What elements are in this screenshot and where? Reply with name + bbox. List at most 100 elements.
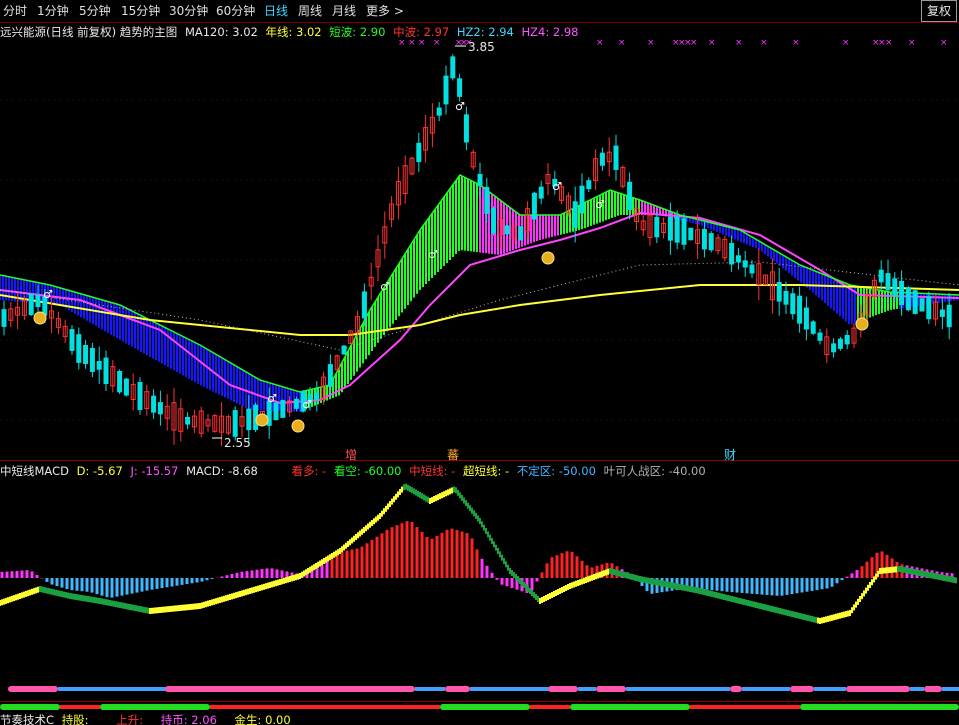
macd-kanduo: 看多: -	[291, 464, 327, 478]
candle-body	[735, 255, 741, 263]
macd-chart[interactable]	[0, 478, 959, 658]
candle-body	[76, 334, 82, 363]
male-signal-icon: ♂	[380, 280, 390, 293]
candle-body	[688, 227, 694, 241]
candle-body	[103, 357, 109, 385]
fuquan-button[interactable]: 复权	[921, 0, 957, 22]
main-chart-header: 远兴能源(日线 前复权) 趋势的主图 MA120: 3.02 年线: 3.02 …	[0, 24, 583, 40]
signal-x-mark: ×	[433, 40, 441, 48]
candle-body	[457, 78, 463, 97]
candle-body	[443, 75, 449, 105]
male-signal-icon: ♂	[43, 288, 53, 301]
signal-x-mark: ×	[647, 40, 655, 48]
rhythm-green-4	[570, 704, 690, 710]
rhythm-pink-1	[8, 686, 58, 692]
signal-x-mark: ×	[690, 40, 698, 48]
male-signal-icon: ♂	[302, 398, 312, 411]
candle-body	[681, 218, 687, 245]
rhythm-blue-5	[626, 687, 730, 691]
candle-body	[327, 364, 333, 387]
candle-body	[123, 378, 129, 396]
candle-body	[117, 370, 123, 393]
male-signal-icon: ♂	[428, 248, 438, 261]
candle-body	[491, 208, 497, 234]
macd-yeke: 叶可人战区: -40.00	[603, 464, 706, 478]
tab-30min[interactable]: 30分钟	[169, 2, 208, 19]
male-signal-icon: ♂	[455, 100, 465, 113]
rhythm-blue-7	[814, 687, 846, 691]
event-zeng[interactable]: 增	[345, 446, 357, 463]
money-bag-icon	[541, 251, 555, 265]
rhythm-red-4	[690, 705, 800, 709]
price-chart[interactable]: × × × × ××× × × × ×××× × × × × × ×× × × ×♂♂ ♂♂♂♂♂♂	[0, 40, 959, 460]
rhythm-red-3	[530, 705, 570, 709]
main-title: 远兴能源(日线 前复权) 趋势的主图	[0, 25, 178, 39]
tab-fenshi[interactable]: 分时	[3, 2, 27, 19]
rhythm-blue-6	[742, 687, 790, 691]
low-price-label: 2.55	[224, 436, 251, 450]
duanbo-value: 短波: 2.90	[329, 25, 386, 39]
panel-divider-1	[0, 460, 959, 461]
macd-d: D: -5.67	[76, 464, 123, 478]
candle-body	[450, 56, 456, 79]
candle-body	[899, 280, 905, 306]
male-signal-icon: ♂	[595, 198, 605, 211]
candle-body	[837, 338, 843, 349]
money-bag-icon	[33, 311, 47, 325]
candle-body	[246, 408, 252, 431]
male-signal-icon: ♂	[267, 392, 277, 405]
candle-body	[579, 185, 585, 214]
candle-body	[797, 295, 803, 324]
candle-body	[701, 228, 707, 250]
candle-body	[157, 402, 163, 415]
signal-x-mark: ×	[618, 40, 626, 48]
tab-5min[interactable]: 5分钟	[79, 2, 111, 19]
candle-body	[341, 345, 347, 355]
candle-body	[892, 278, 898, 297]
signal-x-mark: ×	[792, 40, 800, 48]
tab-15min[interactable]: 15分钟	[121, 2, 160, 19]
hz2-value: HZ2: 2.94	[456, 25, 514, 39]
candle-body	[538, 186, 544, 199]
money-bag-icon	[291, 419, 305, 433]
candle-body	[69, 329, 75, 351]
tab-more[interactable]: 更多 >	[366, 2, 404, 19]
tab-monthly[interactable]: 月线	[332, 2, 356, 19]
candle-body	[293, 398, 299, 409]
candle-body	[586, 180, 592, 190]
candle-body	[919, 298, 925, 312]
rhythm-green-2	[100, 704, 210, 710]
candle-body	[477, 173, 483, 187]
rhythm-pink-2	[165, 686, 415, 692]
signal-x-mark: ×	[408, 40, 416, 48]
candle-body	[599, 152, 605, 166]
macd-chaoduan: 超短线: -	[462, 464, 510, 478]
rhythm-blue-2	[415, 687, 445, 691]
macd-value: MACD: -8.68	[186, 464, 258, 478]
candle-body	[783, 290, 789, 305]
tab-weekly[interactable]: 周线	[298, 2, 322, 19]
candle-body	[137, 381, 143, 411]
tab-60min[interactable]: 60分钟	[216, 2, 255, 19]
rhythm-shangsheng: 上升:	[116, 713, 144, 725]
rhythm-pink-3	[445, 686, 470, 692]
rhythm-green-1	[0, 704, 60, 710]
event-cai[interactable]: 财	[724, 446, 736, 463]
signal-x-mark: ×	[885, 40, 893, 48]
hz4-value: HZ4: 2.98	[521, 25, 579, 39]
money-bag-icon	[255, 413, 269, 427]
tab-1min[interactable]: 1分钟	[37, 2, 69, 19]
candle-body	[436, 107, 442, 116]
rhythm-pink-8	[846, 686, 910, 692]
candle-body	[96, 360, 102, 370]
candle-body	[531, 192, 537, 220]
rhythm-blue-1	[58, 687, 168, 691]
candle-body	[484, 186, 490, 214]
signal-x-mark: ×	[842, 40, 850, 48]
macd-header: 中短线MACD D: -5.67 J: -15.57 MACD: -8.68 看…	[0, 463, 710, 479]
event-fan[interactable]: 蕃	[447, 446, 459, 463]
candle-body	[361, 291, 367, 319]
candle-body	[817, 332, 823, 341]
candle-body	[185, 416, 191, 425]
tab-daily[interactable]: 日线	[264, 2, 288, 19]
